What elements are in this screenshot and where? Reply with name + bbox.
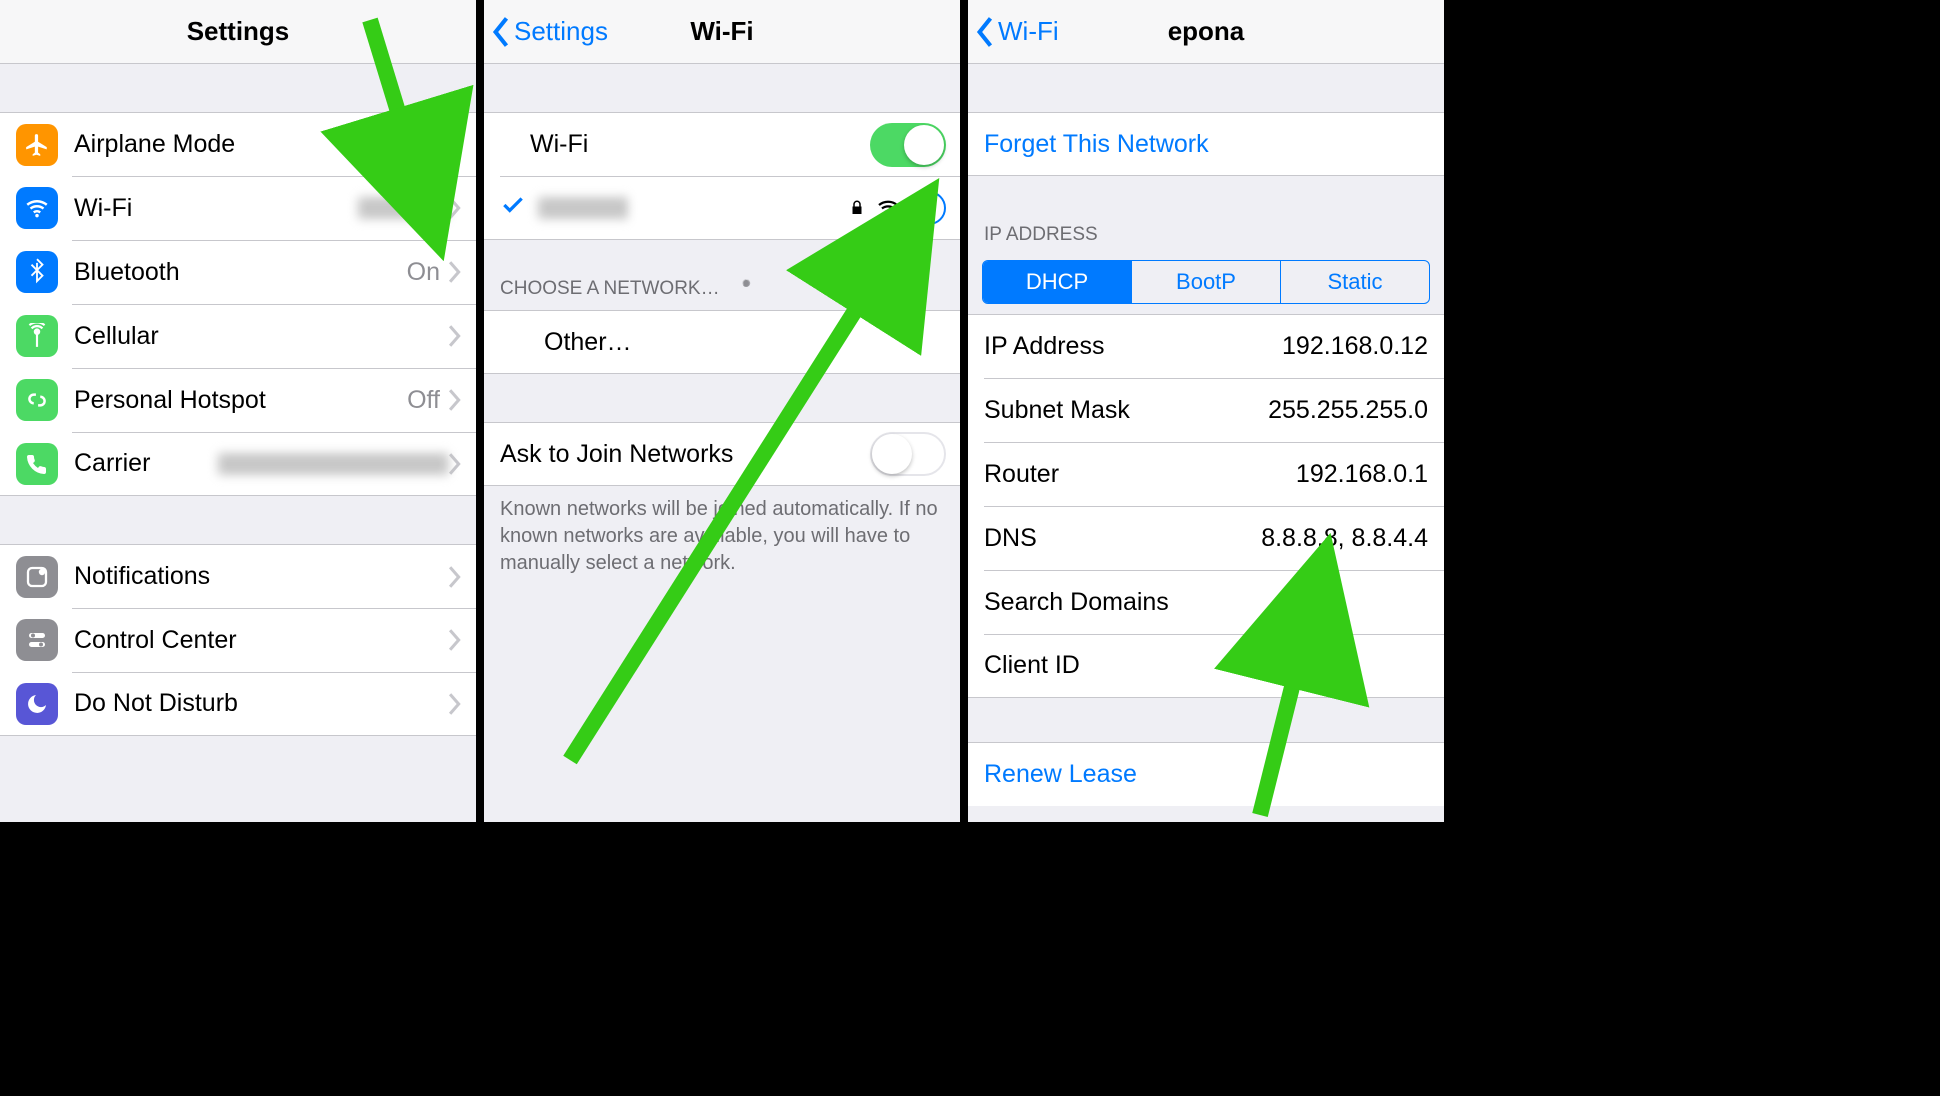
- navbar: Settings Wi-Fi: [484, 0, 960, 64]
- chevron-right-icon: [448, 693, 462, 715]
- network-details-panel: Wi-Fi epona Forget This Network IP ADDRE…: [968, 0, 1452, 822]
- segment-static[interactable]: Static: [1281, 261, 1429, 303]
- value: 8.8.8.8, 8.8.4.4: [1261, 524, 1428, 553]
- row-dns[interactable]: DNS 8.8.8.8, 8.8.4.4: [968, 506, 1444, 570]
- wifi-icon: [16, 187, 58, 229]
- settings-group-system: Notifications Control Center Do Not Dist…: [0, 544, 476, 736]
- ask-to-join-toggle[interactable]: [870, 432, 946, 476]
- chevron-right-icon: [448, 453, 462, 475]
- back-label: Settings: [514, 16, 608, 47]
- row-wifi[interactable]: Wi-Fi: [0, 176, 476, 240]
- row-label: Other…: [544, 328, 632, 357]
- forget-network-button[interactable]: Forget This Network: [968, 112, 1444, 176]
- row-label: Bluetooth: [74, 258, 180, 287]
- row-client-id[interactable]: Client ID: [968, 634, 1444, 698]
- ask-to-join-row[interactable]: Ask to Join Networks: [484, 422, 960, 486]
- row-label: Cellular: [74, 322, 159, 351]
- segment-dhcp[interactable]: DHCP: [983, 261, 1132, 303]
- ip-address-header: IP ADDRESS: [968, 216, 1444, 254]
- redacted-network-name: [538, 197, 628, 219]
- ask-join-group: Ask to Join Networks: [484, 422, 960, 486]
- airplane-toggle[interactable]: [386, 123, 462, 167]
- row-cellular[interactable]: Cellular: [0, 304, 476, 368]
- back-button[interactable]: Wi-Fi: [968, 16, 1059, 47]
- renew-group: Renew Lease: [968, 742, 1444, 806]
- chevron-right-icon: [448, 197, 462, 219]
- row-hotspot[interactable]: Personal Hotspot Off: [0, 368, 476, 432]
- checkmark-icon: [500, 192, 528, 223]
- dnd-icon: [16, 683, 58, 725]
- value: 255.255.255.0: [1268, 396, 1428, 425]
- airplane-icon: [16, 124, 58, 166]
- ip-details-group: IP Address 192.168.0.12 Subnet Mask 255.…: [968, 314, 1444, 698]
- row-search-domains[interactable]: Search Domains: [968, 570, 1444, 634]
- navbar: Wi-Fi epona: [968, 0, 1444, 64]
- chevron-right-icon: [448, 566, 462, 588]
- navbar: Settings: [0, 0, 476, 64]
- row-label: Wi-Fi: [530, 130, 588, 159]
- page-title: Settings: [0, 16, 476, 47]
- row-label: Airplane Mode: [74, 130, 235, 159]
- row-bluetooth[interactable]: Bluetooth On: [0, 240, 476, 304]
- row-ip-address[interactable]: IP Address 192.168.0.12: [968, 314, 1444, 378]
- wifi-signal-icon: [876, 196, 900, 220]
- row-label: Personal Hotspot: [74, 386, 266, 415]
- chevron-right-icon: [448, 325, 462, 347]
- row-label: Control Center: [74, 626, 237, 655]
- row-notifications[interactable]: Notifications: [0, 544, 476, 608]
- row-dnd[interactable]: Do Not Disturb: [0, 672, 476, 736]
- hotspot-icon: [16, 379, 58, 421]
- row-control-center[interactable]: Control Center: [0, 608, 476, 672]
- row-label: Notifications: [74, 562, 210, 591]
- notifications-icon: [16, 556, 58, 598]
- back-label: Wi-Fi: [998, 16, 1059, 47]
- back-button[interactable]: Settings: [484, 16, 608, 47]
- row-airplane-mode[interactable]: Airplane Mode: [0, 112, 476, 176]
- row-carrier[interactable]: Carrier: [0, 432, 476, 496]
- row-label: Carrier: [74, 449, 150, 478]
- renew-lease-button[interactable]: Renew Lease: [968, 742, 1444, 806]
- redacted-carrier-name: [218, 453, 448, 475]
- wifi-toggle-row[interactable]: Wi-Fi: [484, 112, 960, 176]
- choose-network-group: Other…: [484, 310, 960, 374]
- row-label: Do Not Disturb: [74, 689, 238, 718]
- redacted-network-name: [358, 197, 448, 219]
- cellular-icon: [16, 315, 58, 357]
- connected-network-row[interactable]: i: [484, 176, 960, 240]
- carrier-icon: [16, 443, 58, 485]
- value: 192.168.0.12: [1282, 332, 1428, 361]
- settings-panel: Settings Airplane Mode Wi-Fi Blu: [0, 0, 484, 822]
- value: 192.168.0.1: [1296, 460, 1428, 489]
- chevron-right-icon: [448, 261, 462, 283]
- row-value: On: [407, 258, 440, 287]
- settings-group-network: Airplane Mode Wi-Fi Bluetooth On: [0, 112, 476, 496]
- spinner-icon: [732, 276, 758, 302]
- ask-join-footer: Known networks will be joined automatica…: [484, 486, 960, 587]
- chevron-right-icon: [448, 629, 462, 651]
- wifi-toggle[interactable]: [870, 123, 946, 167]
- segment-bootp[interactable]: BootP: [1132, 261, 1281, 303]
- ip-config-segmented: DHCP BootP Static: [982, 260, 1430, 304]
- row-value: Off: [407, 386, 440, 415]
- row-label: Ask to Join Networks: [500, 440, 733, 469]
- wifi-panel: Settings Wi-Fi Wi-Fi i CHOOSE A NETWORK…: [484, 0, 968, 822]
- chevron-right-icon: [448, 389, 462, 411]
- choose-network-header: CHOOSE A NETWORK…: [484, 268, 960, 310]
- row-subnet-mask[interactable]: Subnet Mask 255.255.255.0: [968, 378, 1444, 442]
- other-network-row[interactable]: Other…: [484, 310, 960, 374]
- controlcenter-icon: [16, 619, 58, 661]
- wifi-toggle-group: Wi-Fi i: [484, 112, 960, 240]
- forget-group: Forget This Network: [968, 112, 1444, 176]
- row-router[interactable]: Router 192.168.0.1: [968, 442, 1444, 506]
- lock-icon: [848, 199, 866, 217]
- row-label: Wi-Fi: [74, 194, 132, 223]
- bluetooth-icon: [16, 251, 58, 293]
- info-button[interactable]: i: [912, 191, 946, 225]
